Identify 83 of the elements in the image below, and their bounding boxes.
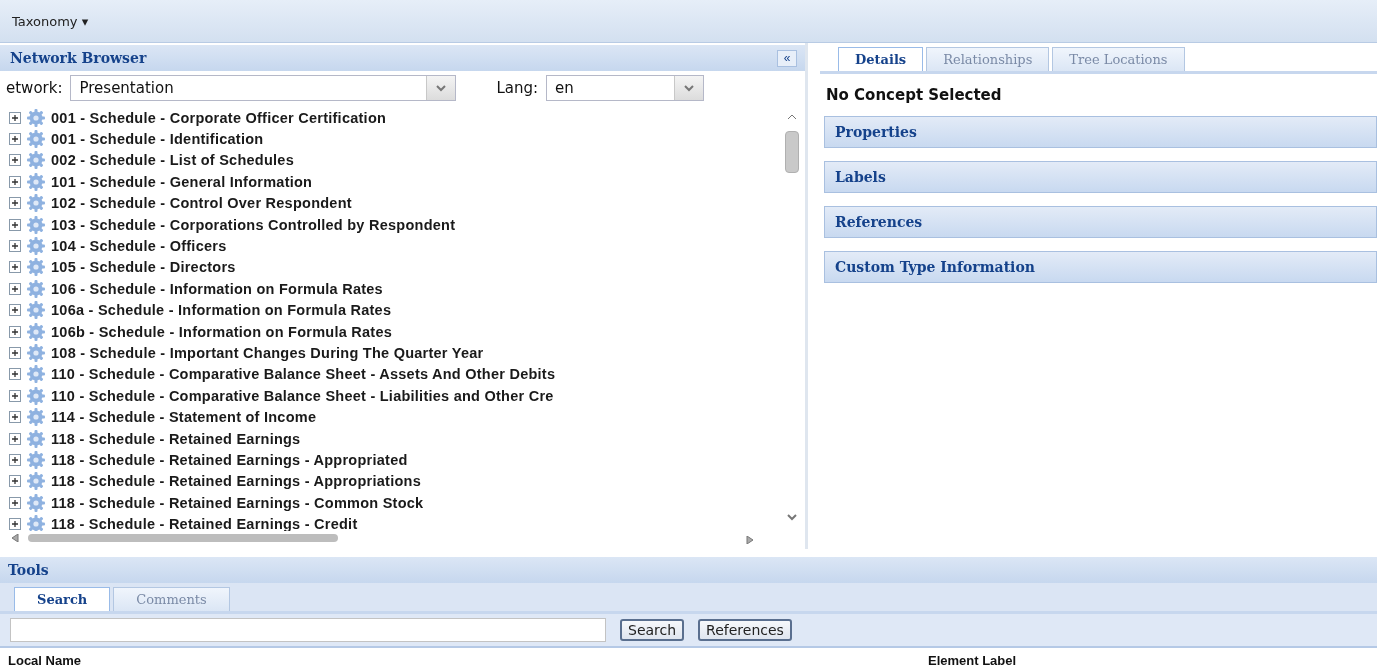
expand-icon[interactable] bbox=[9, 496, 21, 509]
gear-icon bbox=[26, 471, 46, 492]
expand-icon[interactable] bbox=[9, 261, 21, 274]
tree-item[interactable]: 105 - Schedule - Directors bbox=[51, 259, 236, 276]
scrollbar-thumb[interactable] bbox=[785, 131, 799, 173]
section-header[interactable]: References bbox=[824, 206, 1377, 238]
column-header[interactable]: Local Name bbox=[8, 653, 928, 667]
gear-icon bbox=[26, 107, 46, 128]
taxonomy-menu[interactable]: Taxonomy ▾ bbox=[12, 13, 89, 29]
gear-icon bbox=[26, 278, 46, 299]
section-header[interactable]: Labels bbox=[824, 161, 1377, 193]
lang-label: Lang: bbox=[496, 79, 539, 97]
expand-icon[interactable] bbox=[9, 282, 21, 295]
left-arrow-icon[interactable] bbox=[10, 534, 20, 542]
tree-item[interactable]: 106a - Schedule - Information on Formula Rates bbox=[51, 302, 392, 319]
tab[interactable]: Details bbox=[838, 47, 924, 71]
expand-icon[interactable] bbox=[9, 154, 21, 167]
gear-icon bbox=[26, 364, 46, 385]
tree-item[interactable]: 104 - Schedule - Officers bbox=[51, 238, 227, 255]
search-field[interactable] bbox=[10, 618, 606, 642]
tree-item[interactable]: 002 - Schedule - List of Schedules bbox=[51, 152, 294, 169]
tree-item[interactable]: 114 - Schedule - Statement of Income bbox=[51, 409, 317, 426]
right-arrow-icon[interactable] bbox=[745, 535, 755, 544]
gear-icon bbox=[26, 449, 46, 470]
tree-item[interactable]: 001 - Schedule - Corporate Officer Certification bbox=[51, 109, 387, 126]
expand-icon[interactable] bbox=[9, 218, 21, 231]
expand-icon[interactable] bbox=[9, 518, 21, 531]
gear-icon bbox=[26, 492, 46, 513]
expand-icon[interactable] bbox=[9, 240, 21, 253]
tab[interactable]: Search bbox=[14, 587, 111, 611]
expand-icon[interactable] bbox=[9, 475, 21, 488]
gear-icon bbox=[26, 171, 46, 192]
action-button[interactable]: References bbox=[698, 619, 792, 641]
tree-item[interactable]: 118 - Schedule - Retained Earnings - Appropriations bbox=[51, 473, 421, 490]
panel-title: Tools bbox=[8, 562, 49, 578]
section-header[interactable]: Properties bbox=[824, 116, 1377, 148]
tree-item[interactable]: 103 - Schedule - Corporations Controlled by Respondent bbox=[51, 216, 456, 233]
expand-icon[interactable] bbox=[9, 453, 21, 466]
gear-icon bbox=[26, 193, 46, 214]
details-heading: No Concept Selected bbox=[825, 85, 1003, 106]
gear-icon bbox=[26, 343, 46, 363]
tree-item[interactable]: 106b - Schedule - Information on Formula Rates bbox=[51, 323, 393, 340]
gear-icon bbox=[26, 321, 46, 342]
section-header[interactable]: Custom Type Information bbox=[824, 251, 1377, 283]
expand-icon[interactable] bbox=[9, 304, 21, 317]
expand-icon[interactable] bbox=[9, 432, 21, 445]
tree-item[interactable]: 110 - Schedule - Comparative Balance Sheet - Liabilities and Other Cre bbox=[51, 387, 554, 404]
tree-item[interactable]: 108 - Schedule - Important Changes During The Quarter Year bbox=[51, 345, 484, 361]
collapse-button[interactable]: « bbox=[777, 49, 797, 67]
gear-icon bbox=[26, 385, 46, 406]
gear-icon bbox=[26, 514, 46, 531]
gear-icon bbox=[26, 428, 46, 449]
tree-item[interactable]: 118 - Schedule - Retained Earnings - Appropriated bbox=[51, 451, 408, 468]
gear-icon bbox=[26, 129, 46, 150]
expand-icon[interactable] bbox=[9, 197, 21, 210]
expand-icon[interactable] bbox=[9, 133, 21, 146]
panel-title: Network Browser bbox=[10, 50, 147, 66]
expand-icon[interactable] bbox=[9, 175, 21, 188]
gear-icon bbox=[26, 236, 46, 257]
tree-item[interactable]: 102 - Schedule - Control Over Respondent bbox=[51, 195, 352, 212]
gear-icon bbox=[26, 214, 46, 235]
language-dropdown[interactable]: en bbox=[546, 75, 705, 101]
expand-icon[interactable] bbox=[9, 389, 21, 402]
tree-item[interactable]: 101 - Schedule - General Information bbox=[51, 173, 313, 190]
expand-icon[interactable] bbox=[9, 411, 21, 424]
scrollbar-thumb[interactable] bbox=[28, 534, 338, 542]
gear-icon bbox=[26, 300, 46, 321]
network-dropdown[interactable]: Presentation bbox=[70, 75, 457, 101]
gear-icon bbox=[26, 150, 46, 171]
tree-item[interactable]: 001 - Schedule - Identification bbox=[51, 131, 264, 148]
expand-icon[interactable] bbox=[9, 111, 21, 124]
column-header[interactable]: Element Label bbox=[928, 653, 1017, 667]
tree-item[interactable]: 110 - Schedule - Comparative Balance Sheet - Assets And Other Debits bbox=[51, 366, 556, 383]
expand-icon[interactable] bbox=[9, 368, 21, 381]
gear-icon bbox=[26, 257, 46, 278]
gear-icon bbox=[26, 407, 46, 428]
network-label: etwork: bbox=[6, 79, 63, 97]
expand-icon[interactable] bbox=[9, 347, 21, 359]
expand-icon[interactable] bbox=[9, 325, 21, 338]
tree-item[interactable]: 118 - Schedule - Retained Earnings - Common Stock bbox=[51, 494, 424, 511]
tree-item[interactable]: 106 - Schedule - Information on Formula Rates bbox=[51, 280, 383, 297]
action-button[interactable]: Search bbox=[620, 619, 685, 641]
tree-item[interactable]: 118 - Schedule - Retained Earnings bbox=[51, 430, 301, 447]
